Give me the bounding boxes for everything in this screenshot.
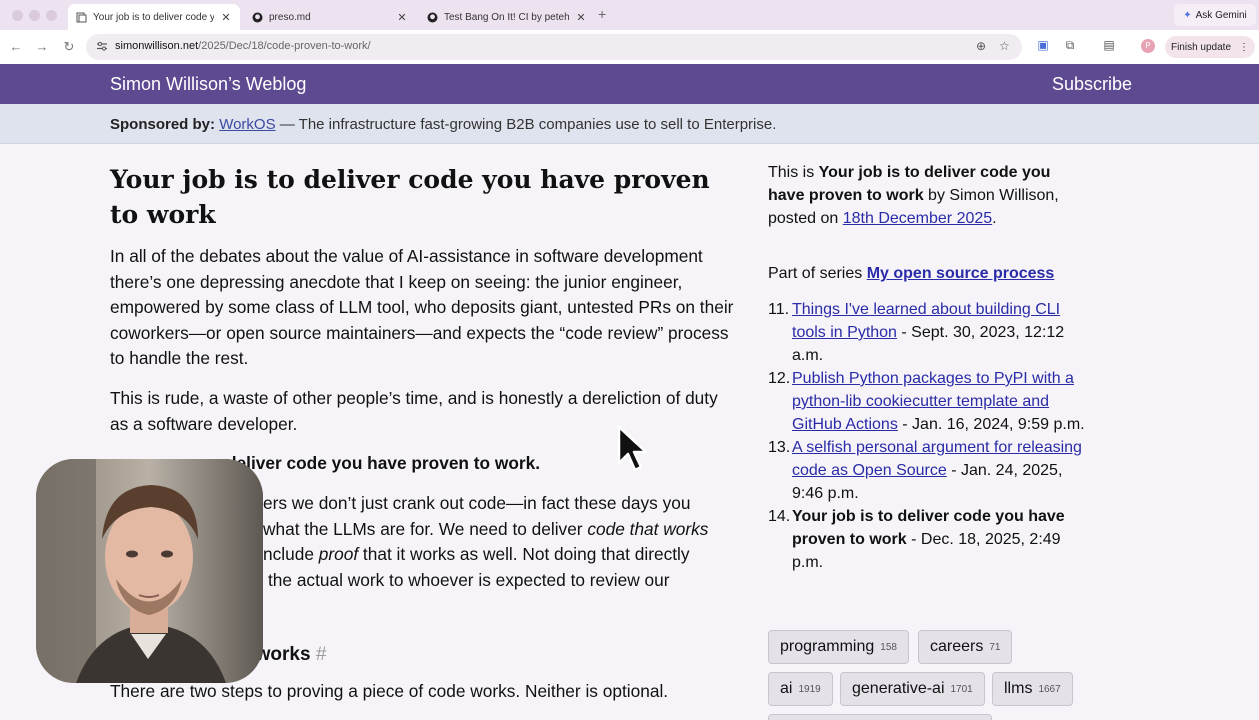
close-tab-icon[interactable]: ✕ [220, 11, 232, 24]
p3-emphasis: code that works [587, 518, 709, 539]
tab-title: Test Bang On It! CI by petehu [444, 11, 569, 23]
series-link[interactable]: My open source process [867, 265, 1055, 282]
sponsor-description: — The infrastructure fast-growing B2B co… [275, 116, 777, 133]
tag-ai[interactable]: ai 1919 [768, 672, 833, 706]
series-number: 14. [768, 508, 791, 525]
sponsor-label: Sponsored by: [110, 116, 216, 133]
p3-text: nclude [263, 544, 319, 565]
tag-count: 1919 [798, 683, 821, 695]
article-paragraph-1: In all of the debates about the value of… [110, 246, 734, 369]
subscribe-link[interactable]: Subscribe [1052, 74, 1132, 95]
tag-name: careers [930, 638, 984, 655]
series-number: 13. [768, 439, 791, 456]
p3-text: what the LLMs are for. We need to delive… [263, 518, 588, 539]
p3-text: that it works as well. Not doing that di… [358, 544, 690, 565]
tab-bar: Your job is to deliver code you have pro… [0, 0, 1259, 30]
meta-prefix: This is [768, 164, 819, 181]
back-arrow-icon[interactable]: ← [8, 39, 24, 54]
series-item: 13. A selfish personal argument for rele… [768, 436, 1088, 505]
series-prefix: Part of series [768, 265, 867, 282]
finish-update-button[interactable]: Finish update ⋮ [1165, 36, 1255, 58]
tag-count: 1667 [1038, 683, 1061, 695]
bookmark-star-icon[interactable]: ☆ [999, 39, 1010, 53]
article-paragraph-3: ers we don’t just crank out code—in fact… [263, 491, 733, 593]
tag-careers[interactable]: careers 71 [918, 630, 1013, 664]
more-menu-icon[interactable]: ⋮ [1239, 42, 1249, 53]
paragraph-3-line-3: nclude proof that it works as well. Not … [263, 542, 733, 568]
section-anchor-link[interactable]: # [316, 644, 327, 665]
ask-gemini-label: Ask Gemini [1195, 9, 1247, 21]
series-item-current: 14. Your job is to deliver code you have… [768, 505, 1088, 574]
tag-count: 1701 [950, 683, 973, 695]
gemini-sparkle-icon: ✦ [1183, 9, 1192, 21]
extensions-puzzle-icon[interactable]: ⧉ [1062, 38, 1078, 54]
tab-preso[interactable]: preso.md ✕ [244, 4, 416, 30]
url-text: simonwillison.net/2025/Dec/18/code-prove… [115, 40, 371, 52]
tag-count: 71 [989, 641, 1001, 653]
paragraph-3-line-1: ers we don’t just crank out code—in fact… [263, 493, 691, 513]
reload-icon[interactable]: ↻ [61, 39, 77, 55]
reading-mode-icon[interactable]: ▤ [1101, 38, 1117, 54]
series-item: 11. Things I've learned about building C… [768, 298, 1088, 367]
series-item: 12. Publish Python packages to PyPI with… [768, 367, 1088, 436]
url-host: simonwillison.net [115, 40, 199, 52]
github-icon [427, 12, 438, 23]
series-item-date: - Jan. 16, 2024, 9:59 p.m. [897, 416, 1085, 433]
tag-name: llms [1004, 680, 1033, 697]
zoom-window-dot[interactable] [46, 10, 57, 21]
series-number: 12. [768, 370, 791, 387]
url-path: /2025/Dec/18/code-proven-to-work/ [198, 40, 371, 52]
webcam-overlay [36, 459, 263, 683]
tag-generative-ai[interactable]: generative-ai 1701 [840, 672, 985, 706]
paragraph-3-line-2: what the LLMs are for. We need to delive… [263, 517, 733, 543]
post-meta: This is Your job is to deliver code you … [768, 161, 1078, 230]
minimize-window-dot[interactable] [29, 10, 40, 21]
tag-llms[interactable]: llms 1667 [992, 672, 1073, 706]
close-window-dot[interactable] [12, 10, 23, 21]
site-settings-icon[interactable] [96, 40, 108, 52]
series-header: Part of series My open source process [768, 262, 1054, 285]
close-tab-icon[interactable]: ✕ [575, 11, 587, 24]
ask-gemini-button[interactable]: ✦ Ask Gemini [1174, 4, 1256, 26]
finish-update-label: Finish update [1170, 41, 1232, 53]
tab-your-job[interactable]: Your job is to deliver code you have pro… [68, 4, 240, 30]
tag-name: programming [780, 638, 875, 655]
tag-name: generative-ai [852, 680, 945, 697]
meta-end: . [992, 210, 997, 227]
series-list: 11. Things I've learned about building C… [768, 298, 1088, 574]
series-number: 11. [768, 301, 790, 318]
tag-name: ai [780, 680, 793, 697]
site-header: Simon Willison’s Weblog Subscribe [0, 64, 1259, 104]
presenter-video-image [36, 459, 263, 683]
document-icon [76, 12, 87, 23]
new-tab-button[interactable]: + [598, 6, 606, 22]
profile-avatar[interactable]: P [1141, 39, 1155, 53]
p3-emphasis: proof [318, 544, 359, 565]
tab-title: Your job is to deliver code you have pro… [93, 11, 214, 23]
mouse-cursor-icon [617, 425, 648, 472]
sponsor-banner: Sponsored by: WorkOS — The infrastructur… [0, 104, 1259, 144]
tab-test-bang[interactable]: Test Bang On It! CI by petehu ✕ [419, 4, 595, 30]
address-bar[interactable]: simonwillison.net/2025/Dec/18/code-prove… [86, 34, 1022, 60]
tag-count: 158 [880, 641, 897, 653]
sponsor-text: Sponsored by: WorkOS — The infrastructur… [110, 116, 776, 133]
github-icon [252, 12, 263, 23]
tag-programming[interactable]: programming 158 [768, 630, 909, 664]
tab-title: preso.md [269, 11, 311, 23]
site-title-link[interactable]: Simon Willison’s Weblog [110, 74, 306, 95]
bitwarden-extension-icon[interactable]: ▣ [1035, 38, 1051, 54]
tag-partial[interactable] [768, 714, 992, 720]
paragraph-3-line-4: the actual work to whoever is expected t… [268, 569, 670, 590]
close-tab-icon[interactable]: ✕ [396, 11, 408, 24]
article-subheading: deliver code you have proven to work. [226, 453, 541, 473]
page-title: Your job is to deliver code you have pro… [110, 165, 710, 229]
sponsor-link[interactable]: WorkOS [219, 116, 275, 133]
forward-arrow-icon[interactable]: → [34, 39, 50, 54]
browser-toolbar: ← → ↻ simonwillison.net/2025/Dec/18/code… [0, 30, 1259, 64]
zoom-icon[interactable]: ⊕ [976, 39, 986, 53]
post-date-link[interactable]: 18th December 2025 [843, 210, 992, 227]
